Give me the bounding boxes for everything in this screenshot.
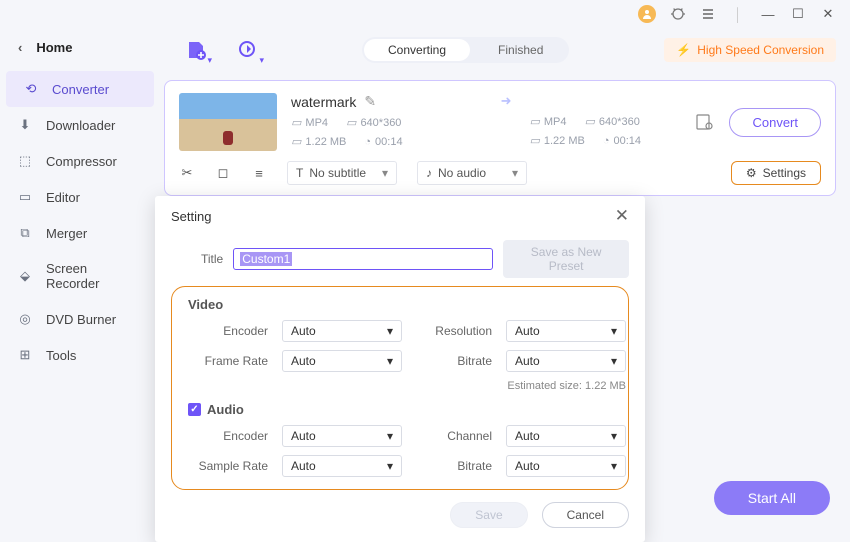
chevron-left-icon: ‹ (18, 40, 22, 55)
video-bitrate-select[interactable]: Auto▾ (506, 350, 626, 372)
status-tabs: Converting Finished (362, 37, 569, 63)
file-name: watermark (291, 94, 356, 110)
subtitle-select[interactable]: TNo subtitle▾ (287, 161, 397, 185)
support-icon[interactable] (670, 6, 686, 22)
high-speed-badge[interactable]: ⚡ High Speed Conversion (664, 38, 836, 62)
sidebar-item-compressor[interactable]: ⬚Compressor (0, 143, 160, 179)
title-label: Title (201, 252, 223, 266)
sidebar-item-tools[interactable]: ⊞Tools (0, 337, 160, 373)
file-card: watermark ✎ ▭MP4 ▭640*360 ▭1.22 MB ◔00:1… (164, 80, 836, 196)
save-preset-button[interactable]: Save as New Preset (503, 240, 629, 278)
audio-encoder-label: Encoder (188, 429, 268, 443)
start-all-button[interactable]: Start All (714, 481, 830, 515)
window-minimize[interactable]: — (760, 6, 776, 22)
download-icon: ⬇ (16, 117, 34, 133)
sidebar-item-downloader[interactable]: ⬇Downloader (0, 107, 160, 143)
window-maximize[interactable]: ☐ (790, 6, 806, 22)
title-input[interactable]: Custom1 (233, 248, 493, 270)
home-back[interactable]: ‹ Home (0, 32, 160, 63)
converter-icon: ⟲ (22, 81, 40, 97)
audio-samplerate-select[interactable]: Auto▾ (282, 455, 402, 477)
video-audio-group: Video Encoder Auto▾ Resolution Auto▾ Fra… (171, 286, 629, 490)
video-thumbnail[interactable] (179, 93, 277, 151)
window-close[interactable]: ✕ (820, 6, 836, 22)
modal-save-button[interactable]: Save (450, 502, 527, 528)
tools-icon: ⊞ (16, 347, 34, 363)
estimated-size: Estimated size: 1.22 MB (416, 380, 626, 392)
audio-channel-select[interactable]: Auto▾ (506, 425, 626, 447)
gear-icon: ⚙ (746, 166, 757, 180)
window-titlebar: │ — ☐ ✕ (0, 0, 850, 28)
dest-meta2: ▭1.22 MB ◔00:14 (529, 134, 641, 147)
dest-meta: ▭MP4 ▭640*360 (529, 115, 639, 128)
tab-finished[interactable]: Finished (472, 37, 569, 63)
sidebar: ‹ Home ⟲Converter ⬇Downloader ⬚Compresso… (0, 28, 160, 527)
add-folder-button[interactable]: ▾ (234, 36, 262, 64)
video-resolution-label: Resolution (416, 324, 492, 338)
divider: │ (730, 6, 746, 22)
clock-icon: ◔ (364, 136, 371, 148)
source-meta: ▭MP4 ▭640*360 (291, 116, 401, 129)
convert-button[interactable]: Convert (729, 108, 821, 137)
settings-button[interactable]: ⚙ Settings (731, 161, 821, 185)
folder-icon: ▭ (291, 135, 301, 148)
audio-channel-label: Channel (416, 429, 492, 443)
merge-icon: ⧉ (16, 225, 34, 241)
video-encoder-select[interactable]: Auto▾ (282, 320, 402, 342)
audio-select[interactable]: ♪No audio▾ (417, 161, 527, 185)
audio-samplerate-label: Sample Rate (188, 459, 268, 473)
audio-heading: ✓Audio (188, 402, 612, 417)
sidebar-item-merger[interactable]: ⧉Merger (0, 215, 160, 251)
video-framerate-label: Frame Rate (188, 354, 268, 368)
audio-bitrate-select[interactable]: Auto▾ (506, 455, 626, 477)
edit-icon: ▭ (16, 189, 34, 205)
settings-modal: Setting ✕ Title Custom1 Save as New Pres… (155, 196, 645, 542)
video-resolution-select[interactable]: Auto▾ (506, 320, 626, 342)
film-icon: ▭ (291, 116, 301, 129)
modal-title: Setting (171, 209, 211, 224)
sidebar-item-editor[interactable]: ▭Editor (0, 179, 160, 215)
tab-converting[interactable]: Converting (364, 39, 470, 61)
video-heading: Video (188, 297, 612, 312)
resolution-icon: ▭ (346, 116, 356, 129)
source-meta2: ▭1.22 MB ◔00:14 (291, 135, 403, 148)
audio-checkbox[interactable]: ✓ (188, 403, 201, 416)
close-icon[interactable]: ✕ (615, 206, 629, 226)
add-file-button[interactable]: ▾ (182, 36, 210, 64)
cut-icon[interactable]: ✂ (179, 165, 195, 181)
sidebar-item-screen-recorder[interactable]: ⬙Screen Recorder (0, 251, 160, 301)
home-label: Home (36, 40, 72, 55)
sidebar-item-dvd-burner[interactable]: ◎DVD Burner (0, 301, 160, 337)
audio-encoder-select[interactable]: Auto▾ (282, 425, 402, 447)
dvd-icon: ◎ (16, 311, 34, 327)
video-framerate-select[interactable]: Auto▾ (282, 350, 402, 372)
menu-icon[interactable] (700, 6, 716, 22)
video-encoder-label: Encoder (188, 324, 268, 338)
compress-icon: ⬚ (16, 153, 34, 169)
record-icon: ⬙ (16, 268, 34, 284)
video-bitrate-label: Bitrate (416, 354, 492, 368)
sidebar-item-converter[interactable]: ⟲Converter (6, 71, 154, 107)
file-settings-icon[interactable] (693, 111, 715, 133)
audio-bitrate-label: Bitrate (416, 459, 492, 473)
list-icon[interactable]: ≡ (251, 166, 267, 181)
crop-icon[interactable]: ◻ (215, 165, 231, 181)
rename-icon[interactable]: ✎ (364, 93, 376, 110)
modal-cancel-button[interactable]: Cancel (542, 502, 629, 528)
arrow-icon: ➜ (497, 93, 516, 109)
bolt-icon: ⚡ (676, 43, 691, 57)
user-avatar[interactable] (638, 5, 656, 23)
